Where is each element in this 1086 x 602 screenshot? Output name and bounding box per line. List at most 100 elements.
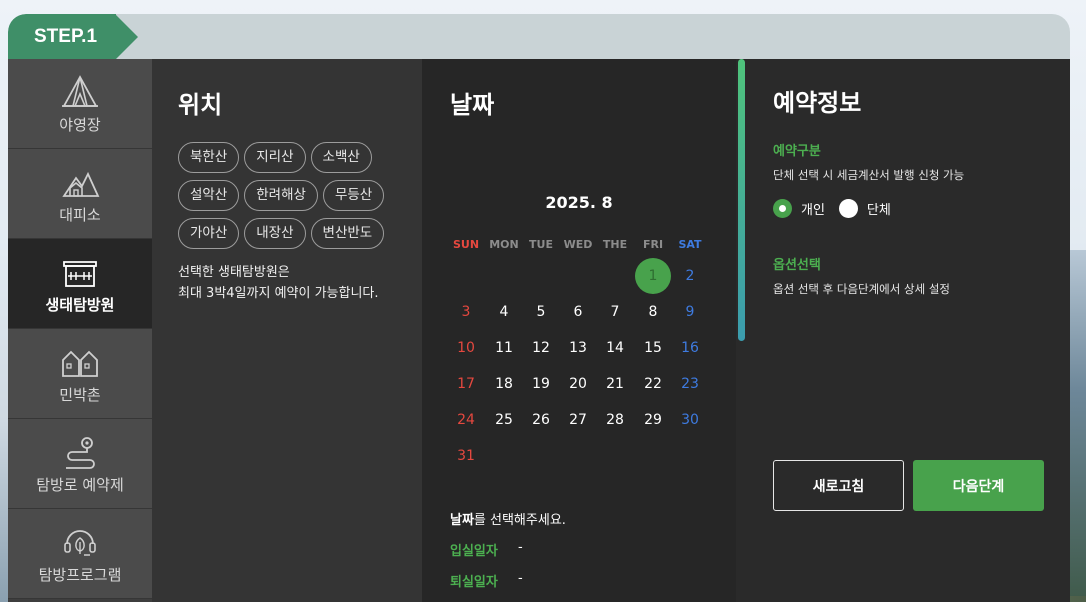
calendar-day[interactable]: 12 xyxy=(523,330,559,366)
option-desc: 옵션 선택 후 다음단계에서 상세 설정 xyxy=(773,282,950,296)
calendar-day[interactable]: 18 xyxy=(486,366,522,402)
weekday-label-fri: FRI xyxy=(642,238,664,251)
location-chip[interactable]: 설악산 xyxy=(178,180,240,211)
calendar-day[interactable]: 7 xyxy=(597,294,633,330)
shelter-icon xyxy=(62,171,100,197)
checkin-row: 입실일자 - xyxy=(450,540,736,559)
calendar-scroll-area[interactable]: 2025. 8 SUN MON TUE WED THE FRI SAT 1 2 3 4 5 6 7 8 9 10 1… xyxy=(422,131,746,491)
calendar-day[interactable]: 6 xyxy=(560,294,596,330)
calendar-day[interactable]: 29 xyxy=(635,402,671,438)
location-note-line: 최대 3박4일까지 예약이 가능합니다. xyxy=(178,286,379,301)
sidebar-item-shelter[interactable]: 대피소 xyxy=(8,149,152,239)
calendar-day[interactable]: 31 xyxy=(448,438,484,474)
checkout-row: 퇴실일자 - xyxy=(450,571,736,590)
location-chip[interactable]: 무등산 xyxy=(322,180,385,211)
weekday-label-sat: SAT xyxy=(678,238,702,251)
calendar-day[interactable]: 3 xyxy=(448,294,484,330)
calendar-day[interactable]: 10 xyxy=(448,330,484,366)
tent-icon xyxy=(62,74,98,107)
calendar-day[interactable]: 22 xyxy=(635,366,671,402)
location-chip[interactable]: 지리산 xyxy=(244,142,306,173)
location-chip-list: 북한산 지리산 소백산설악산 한려해상 무등산가야산 내장산 변산반도 xyxy=(178,142,400,256)
calendar-day[interactable]: 20 xyxy=(560,366,596,402)
radio-group[interactable] xyxy=(838,199,858,218)
calendar-day[interactable]: 17 xyxy=(448,366,484,402)
radio-group-label[interactable]: 단체 xyxy=(867,199,891,218)
reservation-frame: STEP.1 야영장 대피소 생태탐방원 민박촌 탐방로 예약제 탐방프로그램 … xyxy=(8,14,1070,602)
location-note: 선택한 생태탐방원은 최대 3박4일까지 예약이 가능합니다. xyxy=(178,262,422,304)
sidebar-item-label: 탐방로 예약제 xyxy=(36,475,124,494)
next-step-button[interactable]: 다음단계 xyxy=(913,460,1044,511)
calendar-day[interactable]: 14 xyxy=(597,330,633,366)
step-label: STEP.1 xyxy=(8,14,116,59)
location-chip[interactable]: 소백산 xyxy=(310,142,372,173)
calendar-day[interactable]: 5 xyxy=(523,294,559,330)
sidebar-item-minbak[interactable]: 민박촌 xyxy=(8,329,152,419)
weekday-label-sun: SUN xyxy=(452,238,480,251)
location-chip[interactable]: 내장산 xyxy=(244,218,306,249)
step-arrow-icon xyxy=(116,14,138,59)
reservation-type-title: 예약구분 xyxy=(773,144,821,159)
sidebar-item-label: 생태탐방원 xyxy=(45,295,115,314)
date-prompt-bold: 날짜 xyxy=(450,513,474,528)
location-chip[interactable]: 가야산 xyxy=(178,218,240,249)
calendar-day[interactable]: 8 xyxy=(635,294,671,330)
calendar-day[interactable]: 11 xyxy=(486,330,522,366)
reservation-info-panel: 예약정보 예약구분 단체 선택 시 세금계산서 발행 신청 가능 개인 단체 옵… xyxy=(746,59,1070,602)
checkout-label: 퇴실일자 xyxy=(450,575,498,590)
option-title: 옵션선택 xyxy=(773,258,821,273)
calendar-day[interactable]: 27 xyxy=(560,402,596,438)
calendar-day[interactable]: 2 xyxy=(672,258,708,294)
radio-individual[interactable] xyxy=(773,199,792,218)
calendar-day[interactable]: 28 xyxy=(597,402,633,438)
location-chip[interactable]: 변산반도 xyxy=(310,218,385,249)
checkout-value: - xyxy=(518,571,523,586)
radio-individual-label[interactable]: 개인 xyxy=(801,199,825,218)
location-note-line: 선택한 생태탐방원은 xyxy=(178,265,290,280)
houses-icon xyxy=(62,350,98,377)
weekday-label-tue: TUE xyxy=(529,238,553,251)
calendar-day[interactable]: 16 xyxy=(672,330,708,366)
location-title: 위치 xyxy=(178,91,223,119)
reset-button[interactable]: 새로고침 xyxy=(773,460,904,511)
location-chip[interactable]: 한려해상 xyxy=(244,180,318,211)
reservation-type-desc: 단체 선택 시 세금계산서 발행 신청 가능 xyxy=(773,168,965,182)
category-sidebar: 야영장 대피소 생태탐방원 민박촌 탐방로 예약제 탐방프로그램 xyxy=(8,59,152,602)
location-panel: 위치 북한산 지리산 소백산설악산 한려해상 무등산가야산 내장산 변산반도 선택한 생태탐… xyxy=(152,59,422,602)
calendar-day[interactable]: 21 xyxy=(597,366,633,402)
calendar-day[interactable]: 25 xyxy=(486,402,522,438)
sidebar-item-label: 탐방프로그램 xyxy=(38,565,122,584)
calendar-day[interactable]: 30 xyxy=(672,402,708,438)
date-prompt: 날짜를 선택해주세요. xyxy=(450,509,736,528)
calendar-day[interactable]: 1 xyxy=(635,258,671,294)
info-title: 예약정보 xyxy=(773,89,862,117)
calendar-day[interactable]: 23 xyxy=(672,366,708,402)
calendar-day[interactable]: 19 xyxy=(523,366,559,402)
location-chip[interactable]: 북한산 xyxy=(178,142,240,173)
sidebar-item-eco-center[interactable]: 생태탐방원 xyxy=(8,239,152,329)
trail-pin-icon xyxy=(66,436,95,469)
sidebar-item-trail-reservation[interactable]: 탐방로 예약제 xyxy=(8,419,152,509)
reservation-type-radios: 개인 단체 xyxy=(773,199,1070,218)
program-headset-icon xyxy=(64,529,96,556)
calendar-day[interactable]: 24 xyxy=(448,402,484,438)
sidebar-item-label: 야영장 xyxy=(59,115,101,134)
sidebar-item-campground[interactable]: 야영장 xyxy=(8,59,152,149)
calendar-day[interactable]: 9 xyxy=(672,294,708,330)
step-indicator: STEP.1 xyxy=(8,14,140,59)
month-title: 2025. 8 xyxy=(545,193,613,212)
eco-center-icon xyxy=(63,260,97,287)
checkin-label: 입실일자 xyxy=(450,544,498,559)
date-title: 날짜 xyxy=(450,91,495,119)
calendar-day[interactable]: 26 xyxy=(523,402,559,438)
sidebar-item-trail-program[interactable]: 탐방프로그램 xyxy=(8,509,152,599)
calendar-day[interactable]: 13 xyxy=(560,330,596,366)
weekday-label-the: THE xyxy=(602,238,628,251)
calendar-day[interactable]: 4 xyxy=(486,294,522,330)
date-summary: 날짜를 선택해주세요. 입실일자 - 퇴실일자 - xyxy=(422,491,736,602)
calendar-scrollbar-thumb[interactable] xyxy=(738,59,745,341)
date-prompt-rest: 를 선택해주세요. xyxy=(473,513,566,528)
calendar-day[interactable]: 15 xyxy=(635,330,671,366)
date-panel: 날짜 2025. 8 SUN MON TUE WED THE FRI SAT 1 2 3 4 5 6 7 8 9… xyxy=(422,59,746,602)
checkin-value: - xyxy=(518,540,523,555)
